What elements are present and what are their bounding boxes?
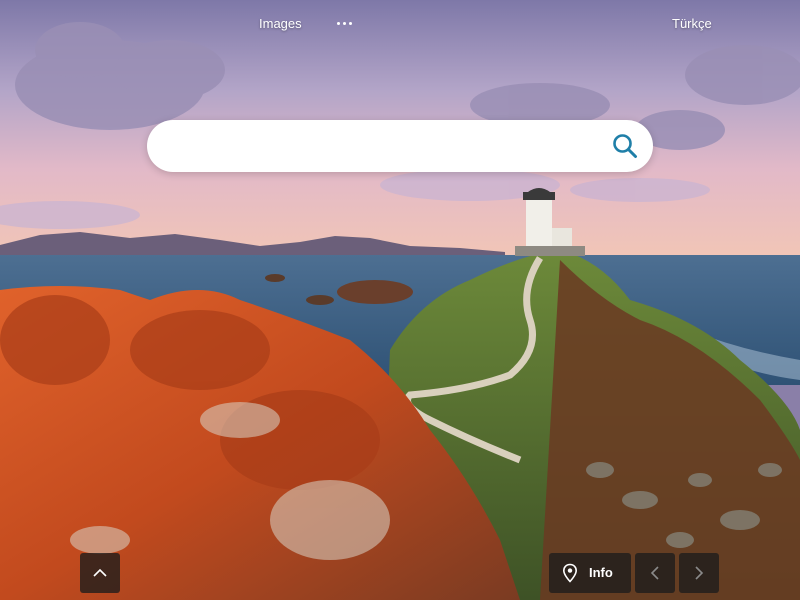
info-label: Info <box>589 565 613 580</box>
search-box <box>147 120 653 172</box>
background-image <box>0 0 800 600</box>
chevron-up-icon <box>93 568 107 577</box>
top-navigation: Images Türkçe <box>0 0 800 48</box>
chevron-left-icon <box>650 566 659 580</box>
language-link[interactable]: Türkçe <box>672 16 712 31</box>
more-dot-icon <box>343 22 346 25</box>
chevron-right-icon <box>695 566 704 580</box>
homepage: Images Türkçe Info <box>0 0 800 600</box>
map-pin-icon <box>562 563 578 583</box>
image-info-button[interactable]: Info <box>549 553 631 593</box>
scroll-up-button[interactable] <box>80 553 120 593</box>
nav-images-link[interactable]: Images <box>259 16 302 31</box>
search-button[interactable] <box>609 130 641 162</box>
more-dot-icon <box>349 22 352 25</box>
previous-image-button[interactable] <box>635 553 675 593</box>
more-dot-icon <box>337 22 340 25</box>
next-image-button[interactable] <box>679 553 719 593</box>
search-input[interactable] <box>169 120 599 172</box>
more-menu-button[interactable] <box>335 16 355 30</box>
search-icon <box>613 134 637 158</box>
